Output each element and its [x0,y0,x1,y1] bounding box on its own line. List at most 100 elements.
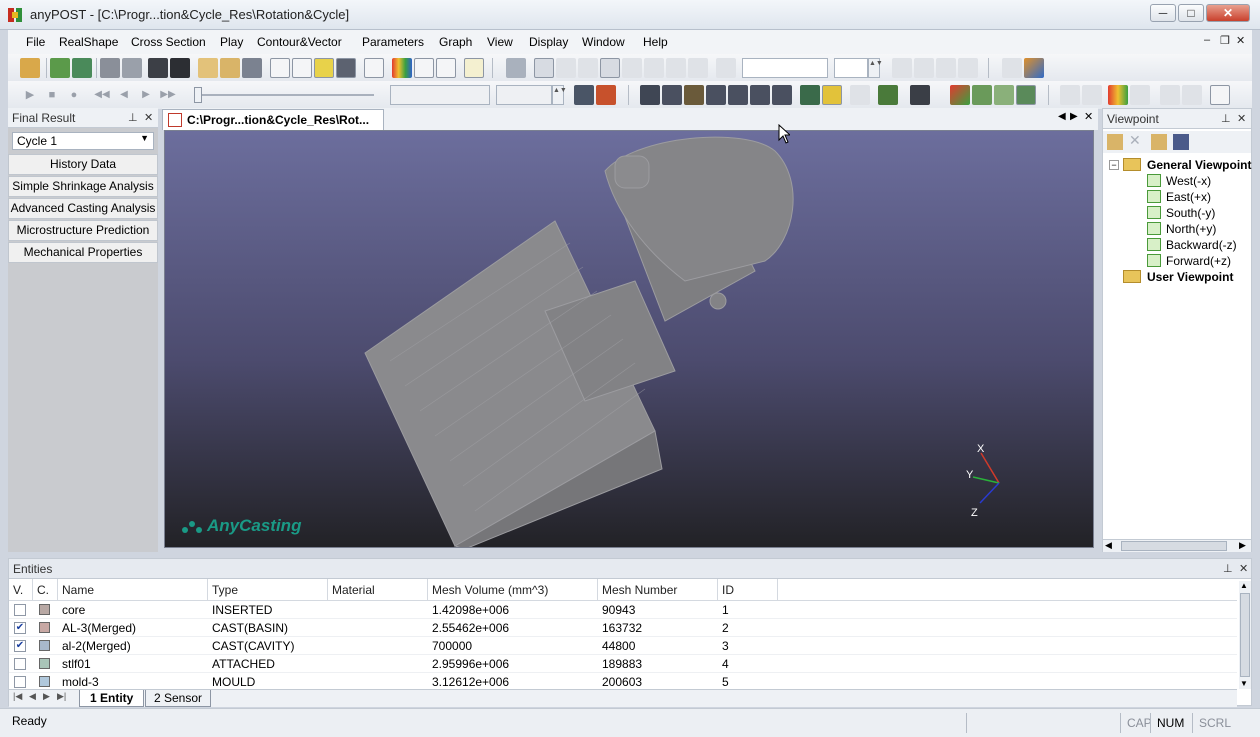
zoom-fit-icon[interactable] [640,85,660,105]
menu-view[interactable]: View [487,35,513,49]
wire-view-icon[interactable] [994,85,1014,105]
rewind-icon[interactable]: ◀◀ [92,85,112,105]
menu-realshape[interactable]: RealShape [59,35,118,49]
pin-icon[interactable]: ⊥ [1221,112,1231,125]
left-pane-icon[interactable] [270,58,290,78]
viewpoint-south[interactable]: South(-y) [1166,206,1215,220]
box-view-icon[interactable] [1016,85,1036,105]
graph-icon[interactable] [1210,85,1230,105]
viewpoint-east[interactable]: East(+x) [1166,190,1211,204]
new-window-icon[interactable] [198,58,218,78]
tab-sensor[interactable]: 2 Sensor [145,690,212,707]
shading-icon[interactable] [878,85,898,105]
col-name[interactable]: Name [58,579,208,601]
col-material[interactable]: Material [328,579,428,601]
frame-icon[interactable] [534,58,554,78]
col-mesh-number[interactable]: Mesh Number [598,579,718,601]
bottom-pane-icon[interactable] [314,58,334,78]
visibility-checkbox[interactable] [14,658,26,670]
scroll-right-icon[interactable]: ▶ [1239,540,1246,551]
col-id[interactable]: ID [718,579,778,601]
general-viewpoint-label[interactable]: General Viewpoint [1147,158,1251,172]
document-tab[interactable]: C:\Progr...tion&Cycle_Res\Rot... [162,109,384,130]
step-field[interactable] [496,85,552,105]
viewpoint-north[interactable]: North(+y) [1166,222,1216,236]
scrollbar-thumb[interactable] [1121,541,1227,551]
frame-icon-2[interactable] [600,58,620,78]
3d-viewport[interactable]: X Y Z AnyCasting [164,130,1094,548]
table-row[interactable]: ✔ al-2(Merged) CAST(CAVITY) 700000 44800 3 [9,637,1237,655]
fast-forward-icon[interactable]: ▶▶ [158,85,178,105]
grid-icon[interactable] [242,58,262,78]
menu-contour-vector[interactable]: Contour&Vector [257,35,342,49]
menu-parameters[interactable]: Parameters [362,35,424,49]
open-viewpoint-icon[interactable] [1151,134,1167,150]
pan-icon[interactable] [684,85,704,105]
value-field-2[interactable] [834,58,868,78]
cycle-dropdown[interactable]: Cycle 1 ▼ [12,132,154,150]
menu-window[interactable]: Window [582,35,625,49]
delete-viewpoint-icon[interactable]: ✕ [1129,132,1141,149]
help-icon[interactable] [464,58,484,78]
menu-file[interactable]: File [26,35,45,49]
menu-graph[interactable]: Graph [439,35,472,49]
simple-shrinkage-button[interactable]: Simple Shrinkage Analysis [8,176,158,197]
scroll-up-icon[interactable]: ▲ [1240,581,1248,590]
first-sheet-icon[interactable]: |◀ [13,691,22,702]
mdi-restore-icon[interactable]: ❐ [1220,34,1230,47]
microstructure-button[interactable]: Microstructure Prediction [8,220,158,241]
add-viewpoint-icon[interactable] [1107,134,1123,150]
scroll-left-icon[interactable]: ◀ [1105,540,1112,551]
prev-sheet-icon[interactable]: ◀ [29,691,36,702]
vertical-scrollbar[interactable]: ▲ ▼ [1239,581,1251,689]
time-field[interactable] [390,85,490,105]
color-bar-icon[interactable] [1108,85,1128,105]
step-spinner-icon[interactable]: ▲▼ [552,85,567,105]
color-swatch[interactable] [39,676,50,687]
close-button[interactable]: ✕ [1206,4,1250,22]
open-file-icon[interactable] [20,58,40,78]
copy-image-icon[interactable] [148,58,168,78]
stop-icon[interactable]: ■ [42,85,62,105]
record-icon[interactable]: ● [64,85,84,105]
layer-icon[interactable] [506,58,526,78]
horizontal-scrollbar[interactable]: ◀ ▶ [1103,539,1251,552]
color-swatch[interactable] [39,622,50,633]
visibility-checkbox[interactable] [14,604,26,616]
mechanical-properties-button[interactable]: Mechanical Properties [8,242,158,263]
col-type[interactable]: Type [208,579,328,601]
reload-all-icon[interactable] [72,58,92,78]
col-color[interactable]: C. [33,579,58,601]
spinner-icon[interactable]: ▲▼ [868,58,883,78]
advanced-casting-button[interactable]: Advanced Casting Analysis [8,198,158,219]
maximize-button[interactable]: □ [1178,4,1204,22]
right-pane-icon[interactable] [292,58,312,78]
palette-icon[interactable] [1024,58,1044,78]
orbit-icon[interactable] [772,85,792,105]
history-data-button[interactable]: History Data [8,154,158,175]
visibility-checkbox[interactable] [14,676,26,688]
mdi-minimize-icon[interactable]: ‒ [1204,34,1210,46]
col-mesh-volume[interactable]: Mesh Volume (mm^3) [428,579,598,601]
window-layout-icon[interactable] [220,58,240,78]
loop-icon[interactable] [574,85,594,105]
play-icon[interactable]: ▶ [20,85,40,105]
mdi-close-icon[interactable]: ✕ [1236,34,1245,47]
menu-play[interactable]: Play [220,35,243,49]
viewpoint-backward[interactable]: Backward(-z) [1166,238,1237,252]
tab-scroll-right-icon[interactable]: ▶ [1070,111,1078,122]
pin-icon[interactable]: ⊥ [1223,562,1233,575]
tab-scroll-left-icon[interactable]: ◀ [1058,111,1066,122]
tree-collapse-icon[interactable]: − [1109,160,1119,170]
value-field-1[interactable] [742,58,828,78]
panel-close-icon[interactable]: ✕ [1237,112,1246,125]
blank-pane-icon[interactable] [364,58,384,78]
menu-display[interactable]: Display [529,35,568,49]
legend-icon[interactable] [392,58,412,78]
viewport-pane-icon[interactable] [336,58,356,78]
table-row[interactable]: ✔ AL-3(Merged) CAST(BASIN) 2.55462e+006 1637… [9,619,1237,637]
scrollbar-thumb[interactable] [1240,593,1250,677]
user-viewpoint-label[interactable]: User Viewpoint [1147,270,1233,284]
time-slider-thumb[interactable] [194,87,202,103]
lightning-icon[interactable] [822,85,842,105]
